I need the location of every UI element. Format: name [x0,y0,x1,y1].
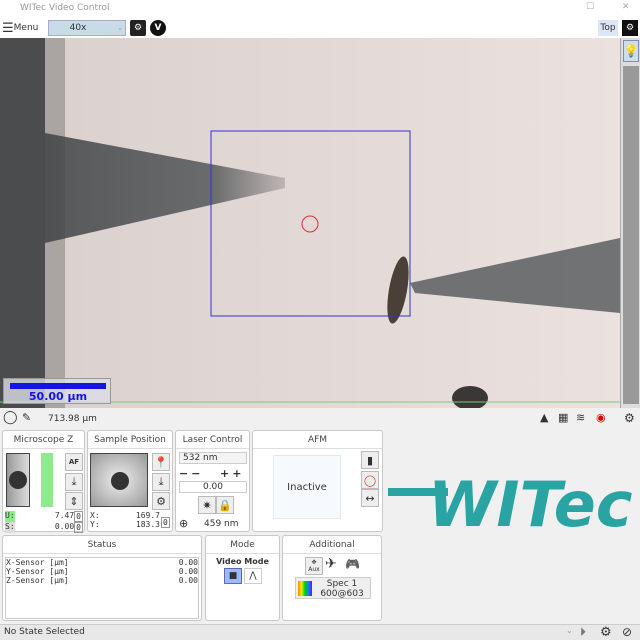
status-bar: No State Selected ⌄ ⏵ ⚙ ⊘ [0,624,640,640]
illumination-slider[interactable]: 💡 [620,38,640,408]
top-button[interactable]: Top [598,20,618,36]
spot-size: 459 nm [204,519,239,529]
gamepad-icon[interactable]: 🎮 [345,557,360,571]
status-table: X-Sensor [µm] 0.00 Y-Sensor [µm] 0.00 Z-Se… [5,557,199,619]
panel-title: Mode [206,536,279,554]
table-row: Y-Sensor [µm] 0.00 [6,567,198,576]
afm-status: Inactive [273,455,341,519]
hamburger-icon: ☰ [2,20,14,36]
panel-title: Laser Control [176,431,249,449]
panel-title: Additional [283,536,381,554]
refresh-icon[interactable]: ◯ [3,410,18,425]
mode-label: Video Mode [216,557,269,566]
z-joystick[interactable] [6,453,30,507]
grid-icon[interactable]: ▦ [558,411,568,424]
wavelength-select[interactable]: 532 nm [179,452,247,464]
gear-icon[interactable]: ⚙ [624,411,635,425]
toolbar: ☰ Menu 40x ⌄ ⚙ V Top ⚙ [0,18,640,38]
zero-u-button[interactable]: 0 [74,511,83,522]
v-icon[interactable]: V [150,20,166,36]
microscope-image [0,38,620,408]
state-select[interactable]: No State Selected [4,627,85,637]
scale-bar: 50.00 µm [3,378,111,404]
title-bar: WITec Video Control ☐ ✕ [0,0,640,18]
scale-bar-label: 50.00 µm [28,390,88,403]
objective-select[interactable]: 40x ⌄ [48,20,126,36]
approach-icon[interactable]: ◯ [361,471,379,489]
ruler-icon[interactable]: ✎ [22,411,31,424]
gear-icon[interactable]: ⚙ [622,20,638,36]
laser-control-panel: Laser Control 532 nm −− ++ 0.00 ✷ 🔒 ⊕ 45… [175,430,250,532]
panel-title: Microscope Z [3,431,84,449]
record-icon[interactable]: ◉ [596,411,606,424]
aux-button[interactable]: ✥ Aux [305,557,323,575]
move-down-icon[interactable]: ⤓ [65,473,83,491]
video-view[interactable]: 50.00 µm [0,38,620,408]
location-pin-icon[interactable]: 📍 [152,453,170,471]
airplane-icon[interactable]: ✈ [325,556,337,572]
window-title: WITec Video Control [20,3,110,13]
z-readout: U: 7.47 0 S: 0.00 0 [5,511,83,533]
laser-icon[interactable]: ✷ [198,496,216,514]
menu-button[interactable]: ☰ Menu [2,20,38,36]
gear-icon[interactable]: ⚙ [152,492,170,510]
table-row: X-Sensor [µm] 0.00 [6,558,198,567]
slider-track[interactable] [623,66,639,404]
disabled-icon[interactable]: ⊘ [622,625,632,639]
panel-title: Status [3,536,201,554]
chevron-down-icon: ⌄ [117,24,123,32]
play-icon[interactable]: ⏵ [580,625,586,640]
range-icon[interactable]: ⇕ [65,492,83,510]
increase-power-buttons[interactable]: ++ [220,467,244,480]
retract-icon[interactable]: ↔ [361,489,379,507]
layers-icon[interactable]: ≋ [576,411,585,424]
chevron-down-icon[interactable]: ⌄ [566,626,573,635]
spectrometer-button[interactable]: Spec 1 600@603 [295,577,371,599]
panel-title: Sample Position [88,431,172,449]
spot-icon: ⊕ [179,517,189,530]
xy-joystick[interactable] [90,453,148,507]
zero-s-button[interactable]: 0 [74,522,83,533]
table-row: Z-Sensor [µm] 0.00 [6,576,198,585]
witec-logo: WITec [388,470,638,540]
microscope-z-panel: Microscope Z AF ⤓ ⇕ U: 7.47 0 S: 0.00 0 [2,430,85,533]
video-statusbar: ◯ ✎ 713.98 µm ▲ ▦ ≋ ◉ ⚙ [0,410,640,428]
decrease-power-buttons[interactable]: −− [179,467,203,480]
video-camera-icon[interactable]: ■ [224,568,242,584]
zero-xy-button[interactable]: 0 [161,517,170,528]
maximize-button[interactable]: ☐ [586,2,594,12]
scale-bar-line [10,383,106,389]
lock-icon[interactable]: 🔒 [216,496,234,514]
field-width: 713.98 µm [48,414,97,424]
sample-position-panel: Sample Position 📍 ⤓ ⚙ X: 169.7 Y: 183.3 0 [87,430,173,532]
spectrum-icon[interactable]: ⋀ [244,568,262,584]
move-icon: ✥ [311,559,317,566]
additional-panel: Additional ✥ Aux ✈ 🎮 Spec 1 600@603 [282,535,382,621]
gear-icon[interactable]: ⚙ [600,625,612,640]
move-down-icon[interactable]: ⤓ [152,473,170,491]
lightbulb-icon: 💡 [623,40,639,62]
close-button[interactable]: ✕ [622,2,630,12]
power-field[interactable]: 0.00 [179,481,247,493]
mode-panel: Mode Video Mode ■ ⋀ [205,535,280,621]
panel-title: AFM [253,431,382,449]
mountain-icon[interactable]: ▲ [540,411,548,424]
autofocus-button[interactable]: AF [65,453,83,471]
afm-panel: AFM Inactive ▮ ◯ ↔ [252,430,383,532]
spectrum-color-icon [298,581,312,596]
camera-settings-icon[interactable]: ⚙ [130,20,146,36]
z-range-bar [41,453,53,507]
status-panel: Status X-Sensor [µm] 0.00 Y-Sensor [µm] 0.… [2,535,202,621]
cantilever-icon[interactable]: ▮ [361,451,379,469]
